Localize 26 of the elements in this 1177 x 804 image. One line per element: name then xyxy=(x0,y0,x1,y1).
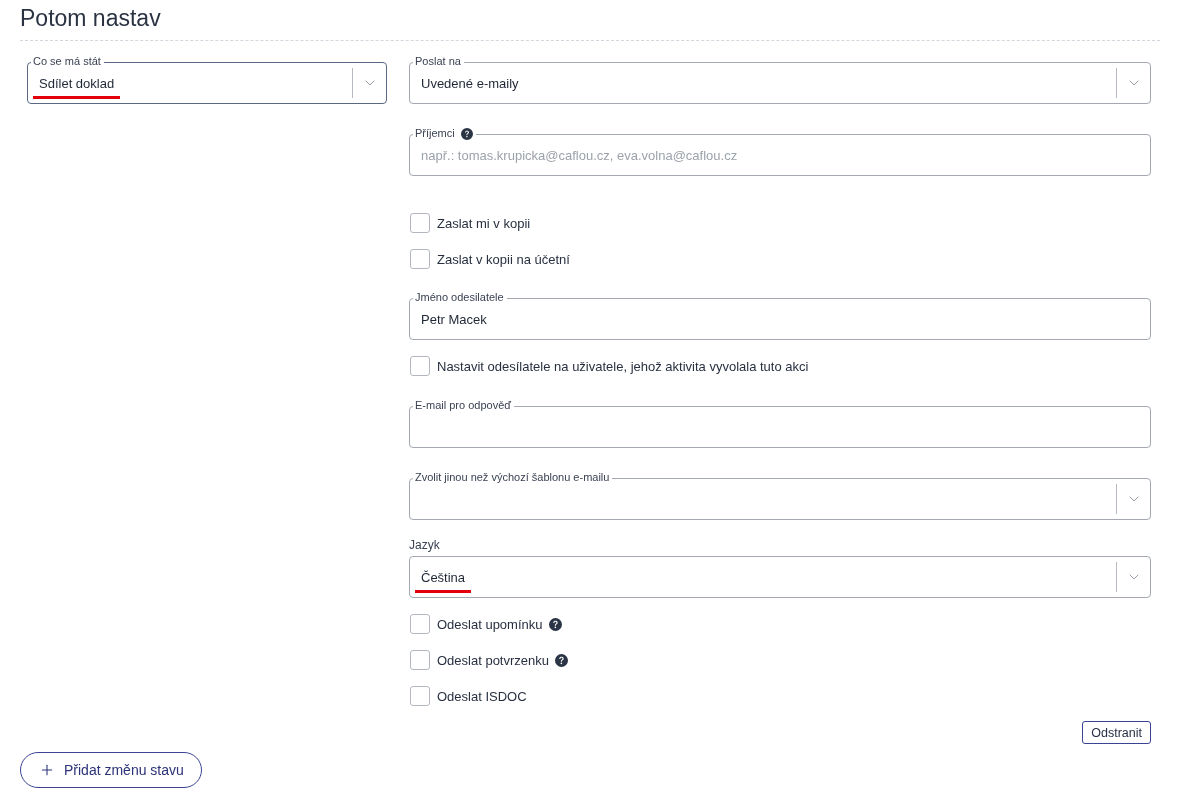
plus-icon xyxy=(39,762,55,778)
help-icon[interactable] xyxy=(555,653,568,667)
field-label: Co se má stát xyxy=(33,55,101,68)
checkbox[interactable] xyxy=(410,213,430,233)
help-icon[interactable] xyxy=(460,127,473,140)
section-title: Potom nastav xyxy=(20,4,161,32)
select-field[interactable]: Čeština xyxy=(409,556,1151,598)
checkbox[interactable] xyxy=(410,650,430,670)
checkbox-label[interactable]: Odeslat upomínku xyxy=(437,616,543,632)
checkbox[interactable] xyxy=(410,249,430,269)
field-label: E-mail pro odpověď xyxy=(415,399,512,412)
checkbox-label[interactable]: Odeslat ISDOC xyxy=(437,688,527,704)
remove-button[interactable]: Odstranit xyxy=(1082,721,1151,744)
checkbox-label[interactable]: Odeslat potvrzenku xyxy=(437,652,549,668)
add-status-change-button[interactable]: Přidat změnu stavu xyxy=(20,752,202,788)
field-label: Jazyk xyxy=(409,538,440,552)
checkbox-label[interactable]: Zaslat mi v kopii xyxy=(437,215,531,231)
checkbox[interactable] xyxy=(410,686,430,706)
field-label: Poslat na xyxy=(415,55,461,68)
checkbox-label[interactable]: Zaslat v kopii na účetní xyxy=(437,251,570,267)
help-icon[interactable] xyxy=(548,617,562,631)
field-label: Zvolit jinou než výchozí šablonu e-mailu xyxy=(415,471,610,484)
checkbox[interactable] xyxy=(410,614,430,634)
checkbox-label[interactable]: Nastavit odesílatele na uživatele, jehož aktivita vyvolala tuto akci xyxy=(437,358,809,374)
field-label: Jméno odesilatele xyxy=(415,291,504,304)
checkbox[interactable] xyxy=(410,356,430,376)
